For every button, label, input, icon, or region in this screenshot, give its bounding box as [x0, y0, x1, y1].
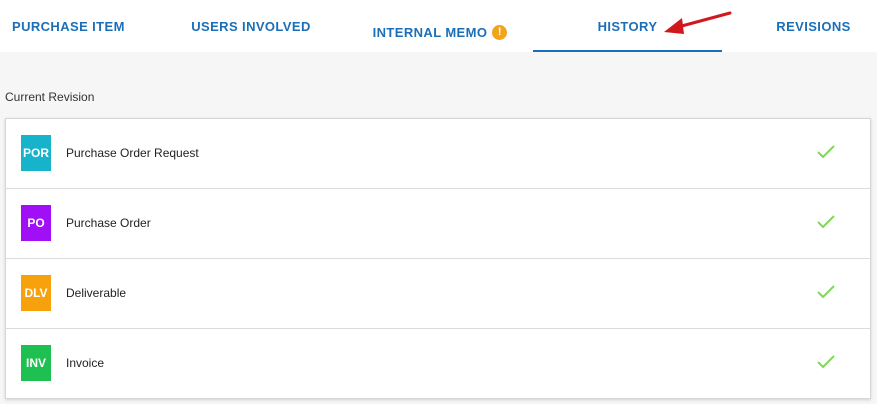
- document-type-label: Purchase Order: [66, 216, 151, 230]
- tab-revisions[interactable]: REVISIONS: [760, 0, 867, 52]
- check-icon: [817, 355, 835, 369]
- tab-bar: PURCHASE ITEM USERS INVOLVED INTERNAL ME…: [0, 0, 877, 52]
- tab-purchase-item[interactable]: PURCHASE ITEM: [0, 0, 126, 52]
- tab-internal-memo-label: INTERNAL MEMO: [372, 24, 488, 40]
- alert-icon: !: [492, 24, 508, 40]
- tab-users-involved[interactable]: USERS INVOLVED: [176, 0, 326, 52]
- document-type-badge: INV: [21, 345, 51, 381]
- check-icon: [817, 285, 835, 299]
- current-revision-heading: Current Revision: [5, 90, 95, 104]
- revision-list: POR Purchase Order Request PO Purchase O…: [5, 118, 871, 399]
- document-type-badge: PO: [21, 205, 51, 241]
- list-item[interactable]: PO Purchase Order: [6, 189, 870, 259]
- document-type-badge: DLV: [21, 275, 51, 311]
- list-item[interactable]: INV Invoice: [6, 329, 870, 399]
- check-icon: [817, 215, 835, 229]
- tab-purchase-item-label: PURCHASE ITEM: [12, 18, 125, 34]
- list-item[interactable]: DLV Deliverable: [6, 259, 870, 329]
- tab-history-label: HISTORY: [597, 18, 658, 34]
- document-type-label: Purchase Order Request: [66, 146, 199, 160]
- red-arrow-annotation: [664, 11, 732, 34]
- tab-users-involved-label: USERS INVOLVED: [191, 18, 311, 34]
- document-type-label: Deliverable: [66, 286, 127, 300]
- check-icon: [817, 145, 835, 159]
- tab-internal-memo[interactable]: INTERNAL MEMO !: [360, 6, 520, 58]
- document-type-badge: POR: [21, 135, 51, 171]
- list-item[interactable]: POR Purchase Order Request: [6, 119, 870, 189]
- document-type-label: Invoice: [66, 356, 105, 370]
- tab-revisions-label: REVISIONS: [776, 18, 851, 34]
